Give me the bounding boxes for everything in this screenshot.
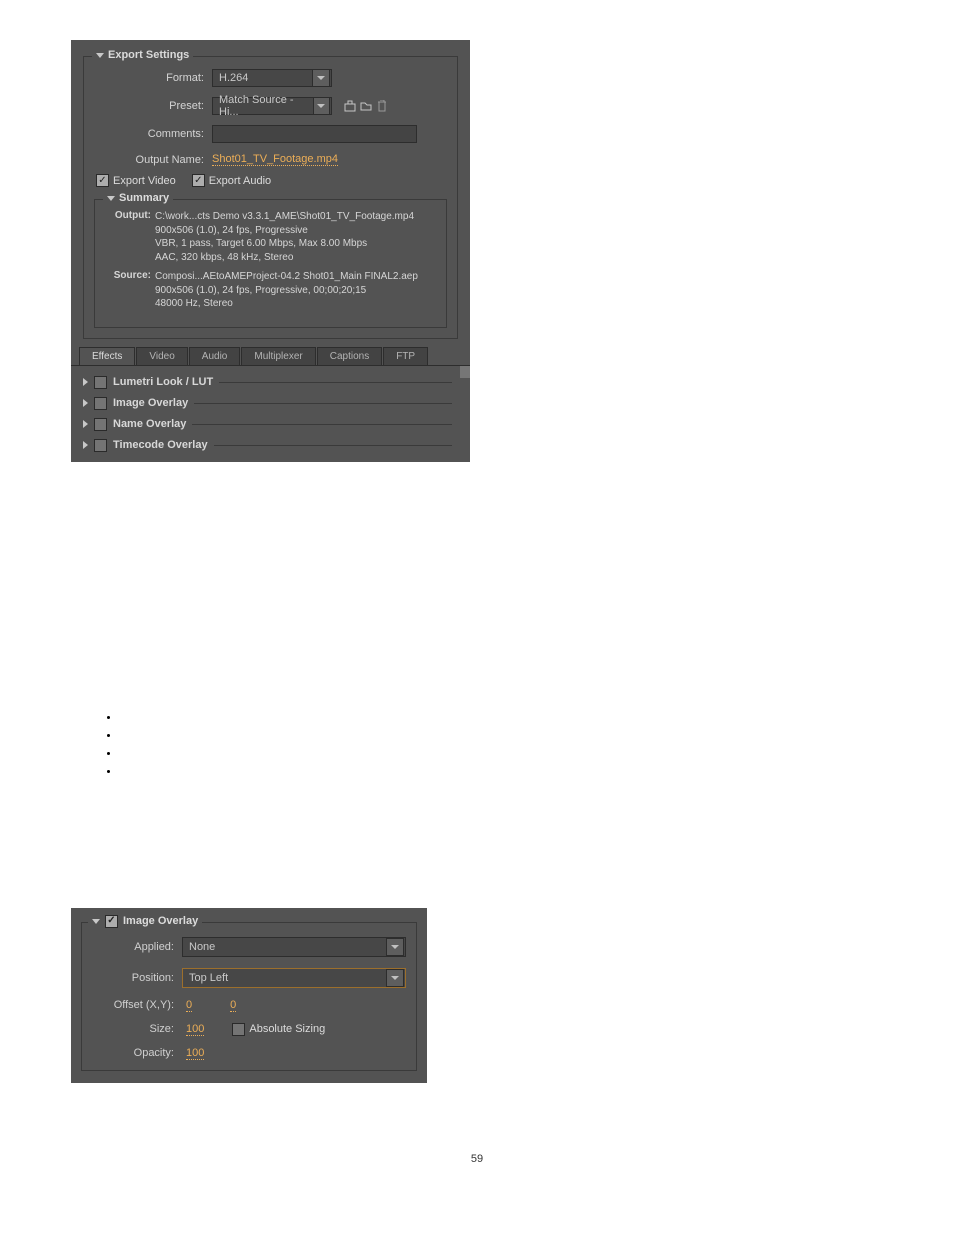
tab-audio[interactable]: Audio	[189, 347, 241, 365]
divider	[214, 445, 452, 446]
preset-label: Preset:	[94, 100, 212, 112]
summary-source-key: Source:	[105, 270, 155, 311]
image-overlay-section: ✓ Image Overlay Applied: None Position: …	[81, 922, 417, 1071]
offset-label: Offset (X,Y):	[92, 999, 182, 1011]
checkbox-unchecked-icon[interactable]: ✓	[94, 397, 107, 410]
effect-image-label: Image Overlay	[113, 397, 188, 409]
list-item	[120, 748, 954, 760]
export-video-checkbox[interactable]: ✓ Export Video	[96, 174, 176, 187]
format-value: H.264	[219, 72, 248, 84]
tab-captions[interactable]: Captions	[317, 347, 382, 365]
checkbox-unchecked-icon[interactable]: ✓	[94, 439, 107, 452]
export-settings-section: Export Settings Format: H.264 Preset: Ma…	[83, 56, 458, 339]
list-item	[120, 712, 954, 724]
dropdown-arrow-icon	[313, 97, 330, 115]
position-label: Position:	[92, 972, 182, 984]
size-label: Size:	[92, 1023, 182, 1035]
dropdown-arrow-icon	[312, 69, 330, 87]
image-overlay-label: Image Overlay	[123, 915, 198, 927]
summary-label: Summary	[119, 192, 169, 204]
effect-lumetri-label: Lumetri Look / LUT	[113, 376, 213, 388]
save-preset-icon[interactable]	[342, 99, 358, 113]
tab-multiplexer[interactable]: Multiplexer	[241, 347, 315, 365]
effect-timecode-overlay[interactable]: ✓ Timecode Overlay	[71, 435, 470, 456]
image-overlay-panel: ✓ Image Overlay Applied: None Position: …	[71, 908, 427, 1083]
checkbox-unchecked-icon: ✓	[232, 1023, 245, 1036]
tab-effects[interactable]: Effects	[79, 347, 135, 365]
comments-input[interactable]	[212, 125, 417, 143]
tabs-row: Effects Video Audio Multiplexer Captions…	[79, 347, 462, 365]
output-name-link[interactable]: Shot01_TV_Footage.mp4	[212, 153, 338, 166]
absolute-sizing-checkbox[interactable]: ✓ Absolute Sizing	[232, 1023, 325, 1036]
divider	[192, 424, 452, 425]
effect-timecode-label: Timecode Overlay	[113, 439, 208, 451]
applied-label: Applied:	[92, 941, 182, 953]
export-audio-label: Export Audio	[209, 175, 271, 187]
export-settings-title[interactable]: Export Settings	[92, 49, 193, 61]
chevron-right-icon	[83, 441, 88, 449]
checkbox-checked-icon[interactable]: ✓	[105, 915, 118, 928]
offset-x-input[interactable]: 0	[186, 999, 192, 1012]
tab-ftp[interactable]: FTP	[383, 347, 428, 365]
page-number: 59	[0, 1153, 954, 1165]
chevron-right-icon	[83, 378, 88, 386]
applied-value: None	[189, 941, 215, 953]
offset-y-input[interactable]: 0	[230, 999, 236, 1012]
export-settings-panel: Export Settings Format: H.264 Preset: Ma…	[71, 40, 470, 462]
divider	[219, 382, 452, 383]
chevron-down-icon	[107, 196, 115, 201]
summary-section: Summary Output: C:\work...cts Demo v3.3.…	[94, 199, 447, 328]
checkbox-checked-icon: ✓	[192, 174, 205, 187]
list-item	[120, 766, 954, 778]
format-dropdown[interactable]: H.264	[212, 69, 332, 87]
tab-video[interactable]: Video	[136, 347, 187, 365]
output-name-label: Output Name:	[94, 154, 212, 166]
preset-dropdown[interactable]: Match Source - Hi...	[212, 97, 332, 115]
chevron-right-icon	[83, 420, 88, 428]
bullet-list	[80, 712, 954, 778]
import-preset-icon[interactable]	[358, 99, 374, 113]
absolute-sizing-label: Absolute Sizing	[249, 1023, 325, 1035]
format-label: Format:	[94, 72, 212, 84]
preset-value: Match Source - Hi...	[219, 94, 313, 118]
effect-lumetri[interactable]: ✓ Lumetri Look / LUT	[71, 372, 470, 393]
dropdown-arrow-icon	[386, 938, 404, 956]
summary-source-value: Composi...AEtoAMEProject-04.2 Shot01_Mai…	[155, 270, 436, 311]
comments-label: Comments:	[94, 128, 212, 140]
dropdown-arrow-icon	[386, 969, 404, 987]
chevron-down-icon	[96, 53, 104, 58]
effect-name-overlay[interactable]: ✓ Name Overlay	[71, 414, 470, 435]
list-item	[120, 730, 954, 742]
size-input[interactable]: 100	[186, 1023, 204, 1036]
summary-output-value: C:\work...cts Demo v3.3.1_AME\Shot01_TV_…	[155, 210, 436, 264]
effect-image-overlay[interactable]: ✓ Image Overlay	[71, 393, 470, 414]
checkbox-unchecked-icon[interactable]: ✓	[94, 418, 107, 431]
export-settings-label: Export Settings	[108, 49, 189, 61]
delete-preset-icon[interactable]	[374, 99, 390, 113]
applied-dropdown[interactable]: None	[182, 937, 406, 957]
image-overlay-title[interactable]: ✓ Image Overlay	[88, 915, 202, 928]
effect-name-label: Name Overlay	[113, 418, 186, 430]
export-video-label: Export Video	[113, 175, 176, 187]
chevron-right-icon	[83, 399, 88, 407]
opacity-input[interactable]: 100	[186, 1047, 204, 1060]
chevron-down-icon	[92, 919, 100, 924]
position-dropdown[interactable]: Top Left	[182, 968, 406, 988]
checkbox-unchecked-icon[interactable]: ✓	[94, 376, 107, 389]
position-value: Top Left	[189, 972, 228, 984]
summary-output-key: Output:	[105, 210, 155, 264]
effects-tab-content: ✓ Lumetri Look / LUT ✓ Image Overlay ✓ N…	[71, 365, 470, 462]
opacity-label: Opacity:	[92, 1047, 182, 1059]
divider	[194, 403, 452, 404]
summary-title[interactable]: Summary	[103, 192, 173, 204]
checkbox-checked-icon: ✓	[96, 174, 109, 187]
export-audio-checkbox[interactable]: ✓ Export Audio	[192, 174, 271, 187]
